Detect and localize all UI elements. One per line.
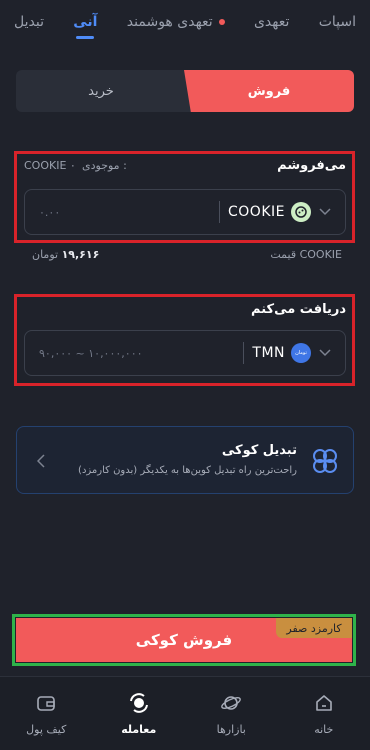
bottom-nav: خانه بازارها معامله کیف پول [0,676,370,750]
chevron-down-icon[interactable] [319,346,335,361]
nav-markets[interactable]: بازارها [191,692,271,736]
tab-instant[interactable]: آنی [73,14,97,30]
receive-amount-field[interactable]: تومان TMN ۹۰,۰۰۰ ~ ۱۰,۰۰۰,۰۰۰ [24,330,346,376]
new-dot-icon [218,19,225,25]
planet-icon [220,692,242,717]
cookie-coin-icon [291,202,311,222]
price-label: قیمت COOKIE [270,248,342,261]
price-row: ۱۹,۶۱۶ تومان [32,248,99,261]
receive-asset-selector[interactable]: تومان TMN [244,343,319,363]
price-value: ۱۹,۶۱۶ [61,248,100,261]
nav-trade-label: معامله [121,722,157,736]
balance-label: موجودی : [82,159,127,172]
sell-amount-input[interactable]: ۰.۰۰ [35,206,219,219]
sell-amount-field[interactable]: COOKIE ۰.۰۰ [24,189,346,235]
nav-home[interactable]: خانه [284,692,364,736]
nav-trade[interactable]: معامله [99,692,179,736]
convert-card-subtitle: راحت‌ترین راه تبدیل کوین‌ها به یکدیگر (ب… [78,465,297,476]
tab-spot[interactable]: اسپات [319,14,356,30]
receive-section-title: دریافت می‌کنم [251,302,346,317]
sell-section-title: می‌فروشم [277,158,346,173]
nav-markets-label: بازارها [216,722,246,736]
buy-sell-toggle: خرید فروش [16,70,354,112]
nav-wallet[interactable]: کیف پول [6,692,86,736]
home-icon [313,692,335,717]
convert-icon [311,447,339,479]
trade-icon [128,692,150,717]
tab-futures[interactable]: تعهدی [254,14,289,30]
toman-icon: تومان [291,343,311,363]
top-tabs: اسپات تعهدی تعهدی هوشمند آنی تبدیل [0,0,370,44]
balance-value: COOKIE ۰ [24,159,76,172]
sell-asset-symbol: COOKIE [228,204,285,220]
wallet-icon [35,692,57,717]
nav-home-label: خانه [314,722,334,736]
tab-smart-futures-label: تعهدی هوشمند [126,14,213,30]
tab-smart-futures[interactable]: تعهدی هوشمند [127,14,225,30]
buy-toggle[interactable]: خرید [16,70,186,112]
tab-convert[interactable]: تبدیل [14,14,44,30]
toman-icon-label: تومان [295,350,307,356]
sell-asset-selector[interactable]: COOKIE [220,202,319,222]
chevron-down-icon[interactable] [319,205,335,220]
sell-toggle[interactable]: فروش [184,70,354,112]
receive-asset-symbol: TMN [252,345,285,361]
price-unit: تومان [32,248,59,261]
nav-wallet-label: کیف پول [26,722,67,736]
convert-card[interactable]: تبدیل کوکی راحت‌ترین راه تبدیل کوین‌ها ب… [16,426,354,494]
chevron-left-icon [36,453,45,472]
zero-fee-badge: کارمزد صفر [276,618,352,638]
convert-card-title: تبدیل کوکی [221,443,297,458]
receive-amount-input[interactable]: ۹۰,۰۰۰ ~ ۱۰,۰۰۰,۰۰۰ [35,347,243,360]
